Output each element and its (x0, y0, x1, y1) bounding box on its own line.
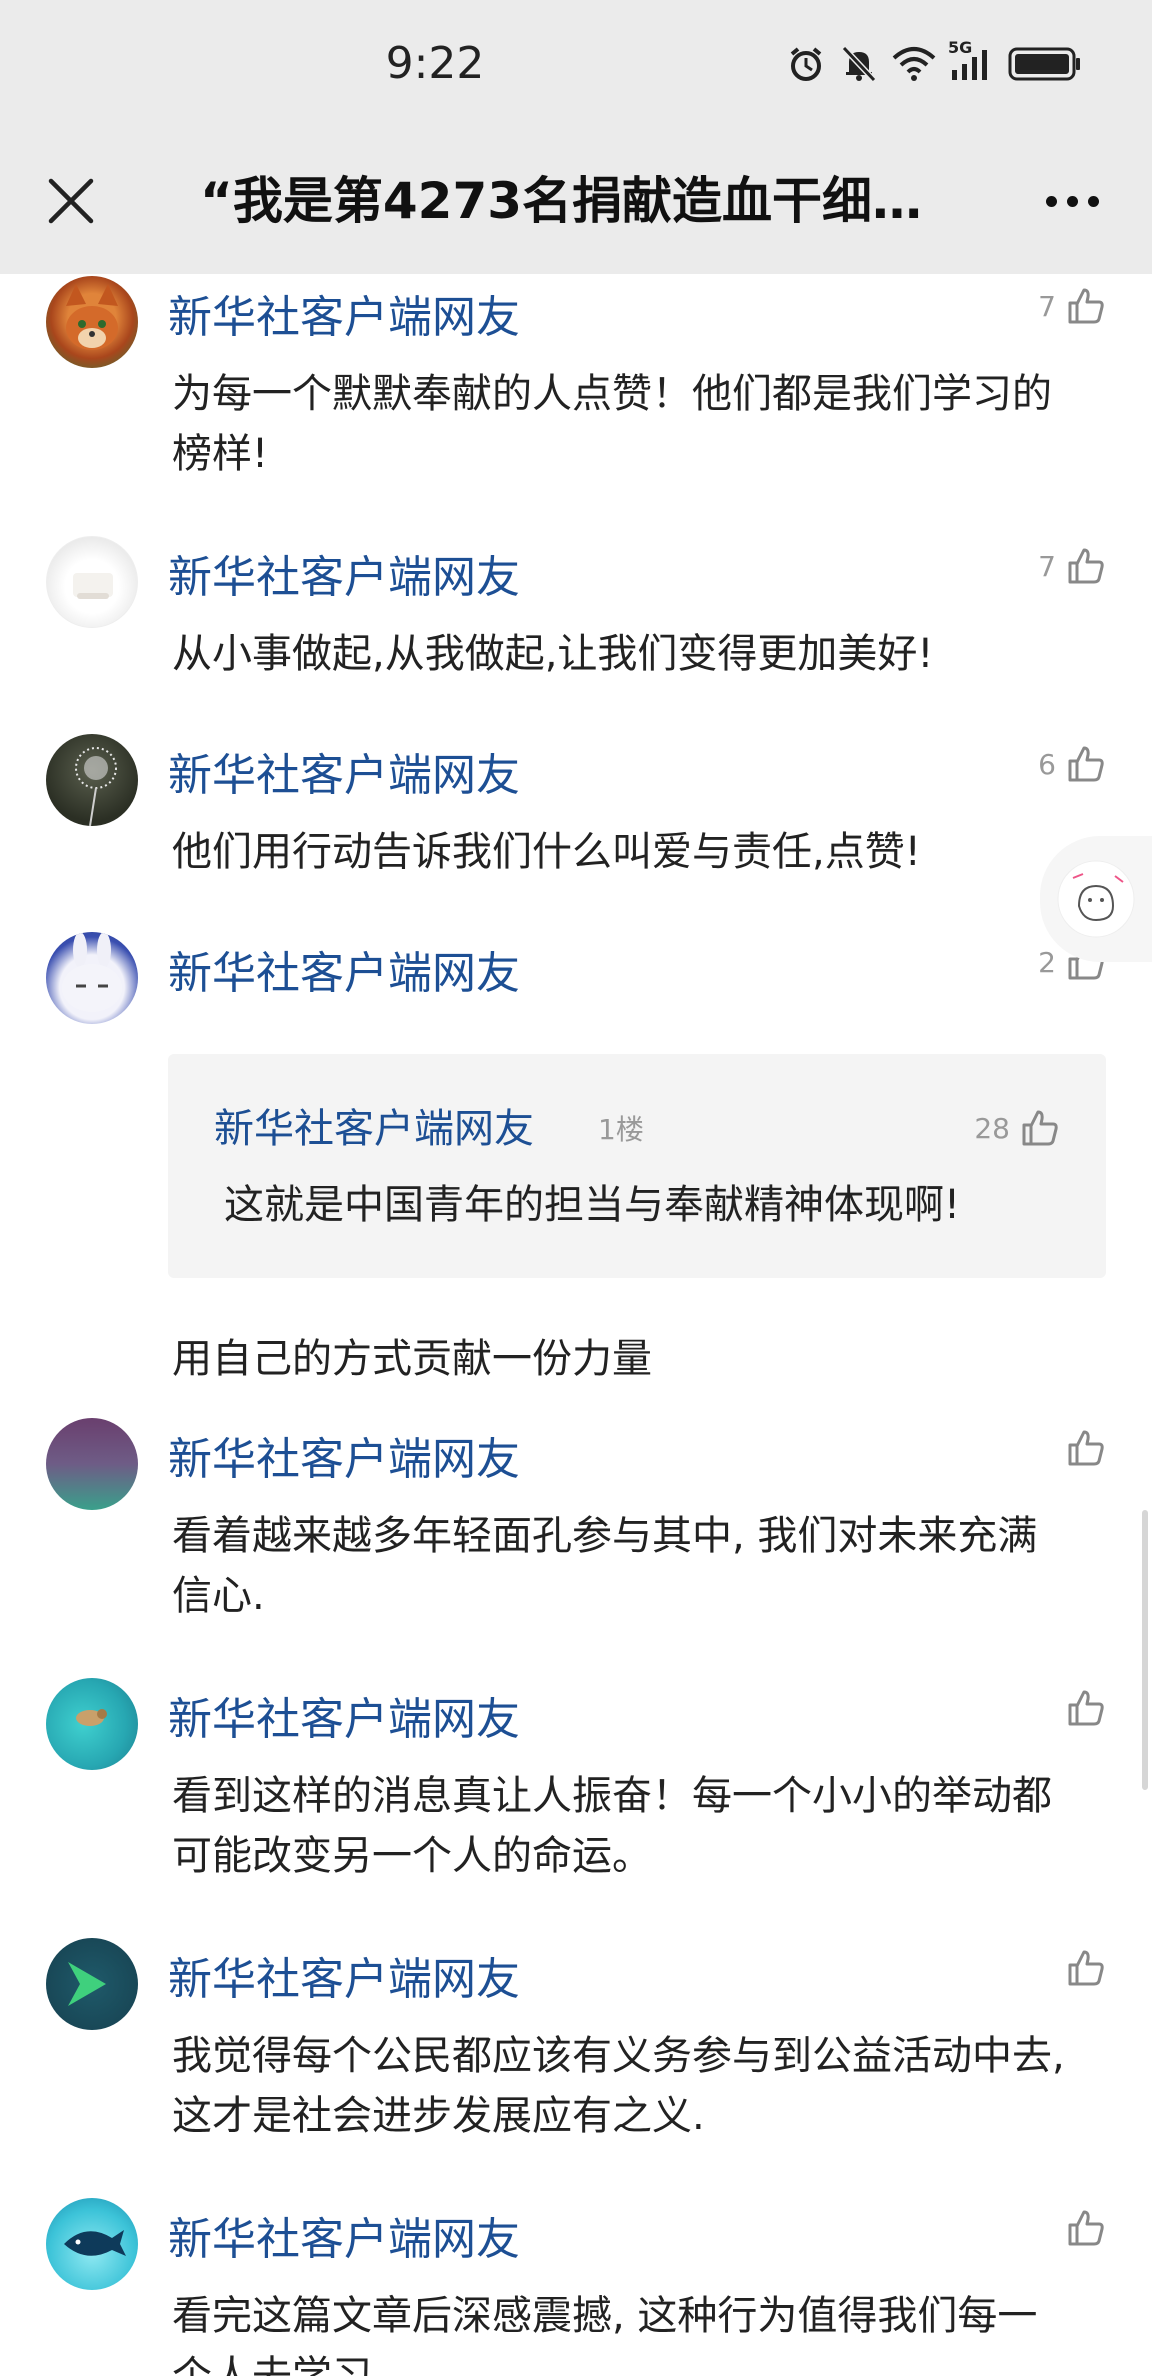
thumbs-up-icon (1068, 746, 1104, 782)
reply-text: 这就是中国青年的担当与奉献精神体现啊! (224, 1182, 961, 1228)
like-button[interactable]: 7 (1038, 286, 1106, 326)
like-button[interactable] (1056, 1428, 1106, 1468)
comment-username[interactable]: 新华社客户端网友 (168, 1430, 520, 1490)
thumbs-up-icon (1068, 288, 1104, 324)
battery-icon (1008, 46, 1082, 82)
comment-username[interactable]: 新华社客户端网友 (168, 548, 520, 608)
close-button[interactable] (36, 166, 106, 236)
like-count: 2 (1038, 945, 1056, 979)
avatar[interactable] (46, 276, 138, 368)
like-button[interactable] (1056, 2208, 1106, 2248)
comment-username[interactable]: 新华社客户端网友 (168, 288, 520, 348)
more-dot-icon (1066, 195, 1078, 207)
comment-username[interactable]: 新华社客户端网友 (168, 1690, 520, 1750)
thumbs-up-icon (1068, 2210, 1104, 2246)
thumbs-up-icon (1068, 1430, 1104, 1466)
comment-text: 看完这篇文章后深感震撼, 这种行为值得我们每一个人去学习 (172, 2293, 1038, 2376)
comment-text: 从小事做起,从我做起,让我们变得更加美好! (172, 631, 934, 677)
avatar[interactable] (46, 1418, 138, 1510)
alarm-icon (786, 44, 826, 84)
like-button[interactable] (1056, 1688, 1106, 1728)
comment-username[interactable]: 新华社客户端网友 (168, 746, 520, 806)
mute-bell-icon (840, 44, 878, 84)
comment-username[interactable]: 新华社客户端网友 (168, 944, 520, 1004)
like-count: 7 (1038, 549, 1056, 583)
comment-list[interactable]: 新华社客户端网友 7 为每一个默默奉献的人点赞！他们都是我们学习的榜样! 新华社… (0, 274, 1152, 2376)
like-count: 28 (974, 1111, 1010, 1145)
page-title: “我是第4273名捐献造血干细… (200, 172, 923, 230)
nav-bar: “我是第4273名捐献造血干细… (0, 130, 1152, 274)
comment-username[interactable]: 新华社客户端网友 (168, 1950, 520, 2010)
comment-text: 我觉得每个公民都应该有义务参与到公益活动中去, 这才是社会进步发展应有之义. (172, 2033, 1065, 2139)
comment-text: 看着越来越多年轻面孔参与其中, 我们对未来充满信心. (172, 1513, 1038, 1619)
like-count: 6 (1038, 747, 1056, 781)
thumbs-up-icon (1022, 1110, 1058, 1146)
like-button[interactable]: 6 (1038, 744, 1106, 784)
more-button[interactable] (1032, 166, 1112, 236)
reply-like-button[interactable]: 28 (974, 1108, 1060, 1148)
signal-label: 5G (948, 38, 973, 57)
avatar[interactable] (46, 2198, 138, 2290)
comment-text: 看到这样的消息真让人振奋！每一个小小的举动都可能改变另一个人的命运。 (172, 1773, 1052, 1879)
avatar[interactable] (46, 1938, 138, 2030)
status-icons: 5G (786, 38, 1082, 84)
comment-text: 为每一个默默奉献的人点赞！他们都是我们学习的榜样! (172, 371, 1052, 477)
comment-username[interactable]: 新华社客户端网友 (168, 2210, 520, 2270)
avatar[interactable] (46, 734, 138, 826)
reply-floor: 1楼 (598, 1113, 644, 1146)
wifi-icon (892, 46, 936, 82)
cartoon-mascot-icon (1057, 860, 1135, 938)
thumbs-up-icon (1068, 1690, 1104, 1726)
reply-username[interactable]: 新华社客户端网友 (214, 1096, 534, 1154)
avatar[interactable] (46, 536, 138, 628)
status-bar: 9:22 5G (0, 0, 1152, 130)
comment-text: 用自己的方式贡献一份力量 (172, 1336, 652, 1382)
like-button[interactable] (1056, 1948, 1106, 1988)
reply-box[interactable]: 新华社客户端网友 1楼 28 这就是中国青年的担当与奉献精神体现啊! (168, 1054, 1106, 1278)
status-time: 9:22 (385, 38, 485, 89)
like-count: 7 (1038, 289, 1056, 323)
avatar[interactable] (46, 1678, 138, 1770)
more-dot-icon (1087, 195, 1099, 207)
cellular-5g-icon: 5G (948, 38, 994, 82)
like-button[interactable]: 7 (1038, 546, 1106, 586)
more-dot-icon (1045, 195, 1057, 207)
scrollbar[interactable] (1142, 1510, 1148, 1790)
close-icon (48, 178, 94, 224)
thumbs-up-icon (1068, 548, 1104, 584)
thumbs-up-icon (1068, 1950, 1104, 1986)
floating-assistant-button[interactable] (1040, 836, 1152, 962)
avatar[interactable] (46, 932, 138, 1024)
comment-text: 他们用行动告诉我们什么叫爱与责任,点赞! (172, 829, 921, 875)
